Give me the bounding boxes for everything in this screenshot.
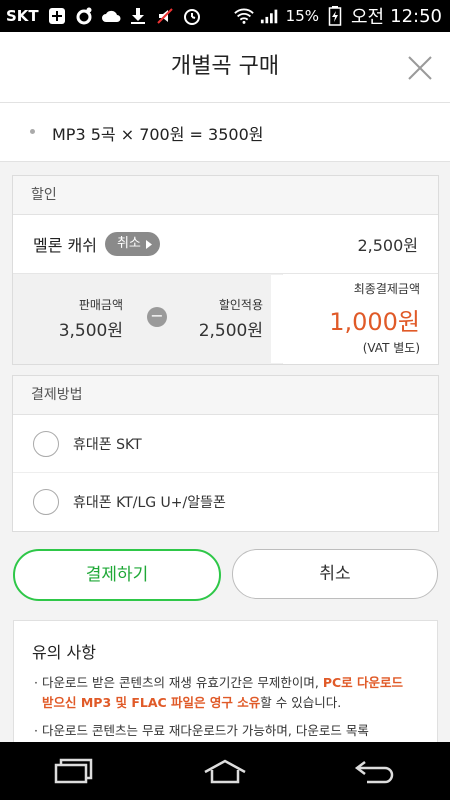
payment-option-label: 휴대폰 KT/LG U+/알뜰폰 xyxy=(73,494,226,511)
download-icon xyxy=(128,6,148,26)
final-label: 최종결제금액 xyxy=(353,282,420,296)
home-icon xyxy=(204,759,246,784)
bullet-dot xyxy=(30,129,35,134)
notice-title: 유의 사항 xyxy=(32,643,96,662)
back-button[interactable] xyxy=(351,751,399,791)
system-nav-bar xyxy=(0,742,450,800)
discount-section: 할인 멜론 캐쉬 취소 2,500원 판매금액 3,500원 − 할인적용 2,… xyxy=(12,175,439,365)
minus-icon: − xyxy=(147,307,167,327)
melon-cash-label: 멜론 캐쉬 xyxy=(33,236,97,255)
clock-ampm: 오전 xyxy=(351,7,385,28)
melon-cash-amount: 2,500원 xyxy=(357,236,418,255)
applied-amount: 2,500원 xyxy=(198,321,263,341)
summary-text: MP3 5곡 × 700원 = 3500원 xyxy=(52,125,264,144)
purchase-header: 개별곡 구매 xyxy=(0,32,450,103)
sync-icon xyxy=(74,6,94,26)
price-calculation: 판매금액 3,500원 − 할인적용 2,500원 최종결제금액 1,000원 … xyxy=(13,274,438,364)
notification-icons xyxy=(47,6,202,26)
payment-option-kt-lg[interactable]: 휴대폰 KT/LG U+/알뜰폰 xyxy=(13,473,438,530)
sale-amount: 3,500원 xyxy=(58,321,123,341)
close-icon xyxy=(408,56,432,80)
sale-amount-block: 판매금액 3,500원 xyxy=(33,296,123,341)
home-button[interactable] xyxy=(201,751,249,791)
vat-note: (VAT 별도) xyxy=(362,341,420,355)
alarm-icon xyxy=(182,6,202,26)
mute-icon xyxy=(155,6,175,26)
pay-button[interactable]: 결제하기 xyxy=(13,549,221,601)
notice-text: 할 수 있습니다. xyxy=(260,695,342,710)
notice-item: 다운로드 콘텐츠는 무료 재다운로드가 가능하며, 다운로드 목록 xyxy=(34,721,417,741)
applied-label: 할인적용 xyxy=(218,298,263,312)
recent-apps-button[interactable] xyxy=(51,751,99,791)
final-amount-block: 최종결제금액 1,000원 (VAT 별도) xyxy=(283,274,438,364)
notice-section: 유의 사항 다운로드 받은 콘텐츠의 재생 유효기간은 무제한이며, PC로 다… xyxy=(13,620,438,761)
carrier-label: SKT xyxy=(6,7,39,25)
wifi-icon xyxy=(233,6,254,26)
back-icon xyxy=(354,761,394,784)
final-amount: 1,000원 xyxy=(329,308,420,336)
melon-cash-row: 멜론 캐쉬 취소 2,500원 xyxy=(13,215,438,274)
close-button[interactable] xyxy=(406,54,434,82)
radio-button[interactable] xyxy=(33,488,59,515)
page-title: 개별곡 구매 xyxy=(170,54,280,79)
notice-item: 다운로드 받은 콘텐츠의 재생 유효기간은 무제한이며, PC로 다운로드 받으… xyxy=(34,673,417,713)
notice-text: 다운로드 받은 콘텐츠의 재생 유효기간은 무제한이며, xyxy=(42,675,323,690)
cancel-button[interactable]: 취소 xyxy=(232,549,438,599)
radio-button[interactable] xyxy=(33,430,59,457)
add-icon xyxy=(47,6,67,26)
clock-time: 12:50 xyxy=(390,5,442,27)
melon-cash-cancel-button[interactable]: 취소 xyxy=(104,232,160,256)
recent-apps-icon xyxy=(54,758,93,784)
purchase-summary: MP3 5곡 × 700원 = 3500원 xyxy=(0,103,450,162)
cancel-pill-label: 취소 xyxy=(116,236,141,251)
payment-heading: 결제방법 xyxy=(13,376,438,415)
applied-discount-block: 할인적용 2,500원 xyxy=(173,296,263,341)
payment-option-label: 휴대폰 SKT xyxy=(73,436,142,453)
payment-method-section: 결제방법 휴대폰 SKT 휴대폰 KT/LG U+/알뜰폰 xyxy=(12,375,439,532)
triangle-right-icon xyxy=(145,239,152,249)
discount-heading: 할인 xyxy=(13,176,438,215)
sale-label: 판매금액 xyxy=(78,298,123,312)
payment-option-skt[interactable]: 휴대폰 SKT xyxy=(13,415,438,473)
signal-icon xyxy=(260,6,280,26)
battery-percent: 15% xyxy=(285,7,319,25)
cloud-icon xyxy=(101,6,121,26)
battery-charging-icon xyxy=(325,6,345,26)
status-bar: SKT 15% 오전 12:50 xyxy=(0,0,450,32)
